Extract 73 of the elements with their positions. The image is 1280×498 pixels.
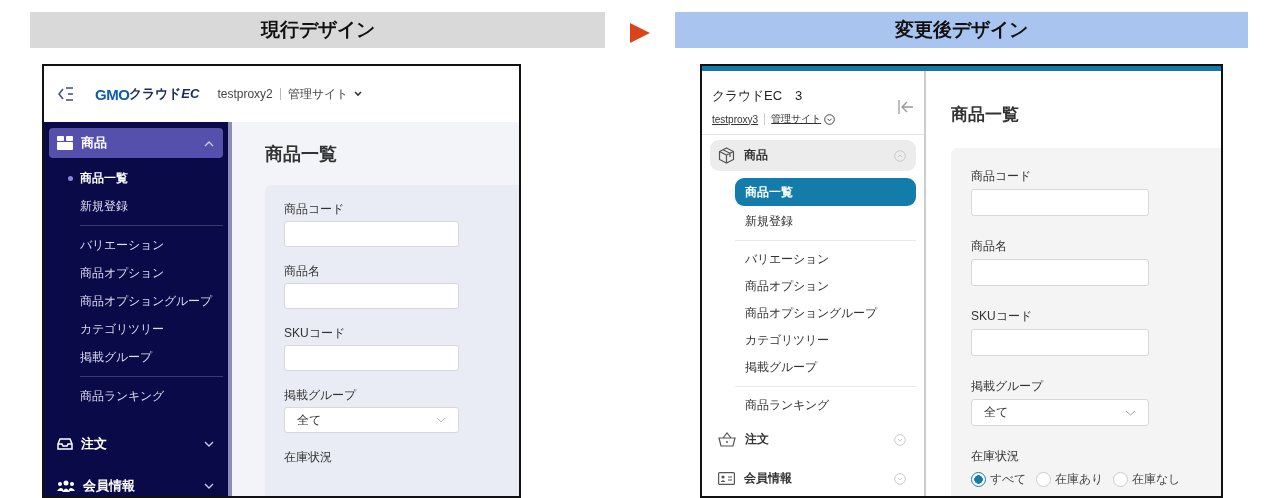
section-heading: 変更後デザイン [675, 12, 1248, 48]
field-label: 掲載グループ [284, 387, 358, 404]
chevron-icon [894, 149, 906, 162]
field-label: 在庫状況 [971, 448, 1020, 465]
chevron-icon [352, 90, 363, 98]
submenu-item[interactable]: 商品一覧 [735, 178, 916, 206]
radio-option[interactable]: 在庫あり [1036, 471, 1103, 488]
logo-mark: GMO [95, 85, 130, 103]
submenu-item[interactable]: 新規登録 [735, 208, 916, 235]
submenu-item[interactable]: 商品一覧 [66, 164, 223, 192]
field-label: 商品コード [971, 168, 1032, 185]
field-label: 掲載グループ [971, 378, 1045, 395]
field-label: 商品コード [284, 201, 345, 218]
select-field[interactable]: 全て [284, 407, 459, 433]
nav-item[interactable]: 注文 [49, 429, 223, 459]
submenu-item[interactable]: バリエーション [80, 231, 223, 259]
basket-icon [718, 432, 736, 447]
submenu-item[interactable]: 商品オプション [80, 259, 223, 287]
cube-icon [718, 147, 735, 164]
submenu-item[interactable]: 商品オプショングループ [735, 300, 916, 327]
submenu-item[interactable]: バリエーション [735, 246, 916, 273]
nav-item[interactable]: 商品 [49, 128, 223, 158]
chevron-icon [894, 472, 906, 485]
nav-item[interactable]: 会員情報 [49, 471, 223, 496]
input-field[interactable] [284, 221, 459, 247]
id-card-icon [718, 472, 735, 485]
box-icon [57, 136, 73, 150]
field-label: 商品名 [971, 238, 1008, 255]
submenu-item[interactable]: 掲載グループ [80, 343, 223, 371]
chevron-icon [894, 433, 906, 446]
submenu-item[interactable]: カテゴリツリー [80, 315, 223, 343]
collapse-menu-icon[interactable] [57, 86, 75, 102]
page-title: 商品一覧 [265, 143, 338, 166]
field-label: SKUコード [971, 308, 1033, 325]
field-label: 商品名 [284, 263, 321, 280]
radio-option[interactable]: 在庫なし [1113, 471, 1180, 488]
account-name: testproxy2 [217, 87, 273, 101]
submenu-item[interactable]: 掲載グループ [735, 354, 916, 381]
select-field[interactable]: 全て [971, 399, 1149, 426]
input-field[interactable] [971, 259, 1149, 286]
input-field[interactable] [971, 329, 1149, 356]
site-dropdown[interactable]: 管理サイト [287, 85, 363, 103]
submenu-item[interactable]: 商品オプション [735, 273, 916, 300]
submenu-item[interactable]: 商品ランキング [735, 392, 916, 419]
submenu-item[interactable]: 商品ランキング [80, 382, 223, 410]
input-field[interactable] [284, 283, 459, 309]
submenu-item[interactable]: 新規登録 [66, 192, 223, 220]
nav-item[interactable]: 商品 [710, 140, 916, 171]
account-link[interactable]: testproxy3 [712, 113, 759, 125]
users-icon [57, 480, 75, 492]
submenu-item[interactable]: 商品オプショングループ [80, 287, 223, 315]
inbox-icon [57, 438, 73, 450]
site-dropdown[interactable]: 管理サイト [771, 112, 836, 126]
logo-text: クラウドEC [129, 85, 200, 103]
nav-item[interactable]: 注文 [710, 424, 916, 455]
radio-option[interactable]: すべて [971, 471, 1026, 488]
input-field[interactable] [284, 345, 459, 371]
submenu-item[interactable]: カテゴリツリー [735, 327, 916, 354]
chevron-icon [1125, 409, 1136, 416]
field-label: 在庫状況 [284, 449, 333, 466]
collapse-sidebar-icon[interactable] [898, 99, 914, 114]
chevron-icon [436, 417, 446, 423]
chevron-icon [204, 440, 214, 448]
input-field[interactable] [971, 189, 1149, 216]
arrow-icon [629, 22, 651, 44]
chevron-icon [204, 482, 214, 490]
section-heading: 現行デザイン [30, 12, 605, 48]
page-title: 商品一覧 [951, 104, 1020, 126]
app-title: クラウドEC 3 [712, 87, 804, 105]
nav-item[interactable]: 会員情報 [710, 463, 916, 494]
chevron-icon [824, 113, 836, 125]
chevron-icon [204, 139, 214, 147]
field-label: SKUコード [284, 325, 346, 342]
